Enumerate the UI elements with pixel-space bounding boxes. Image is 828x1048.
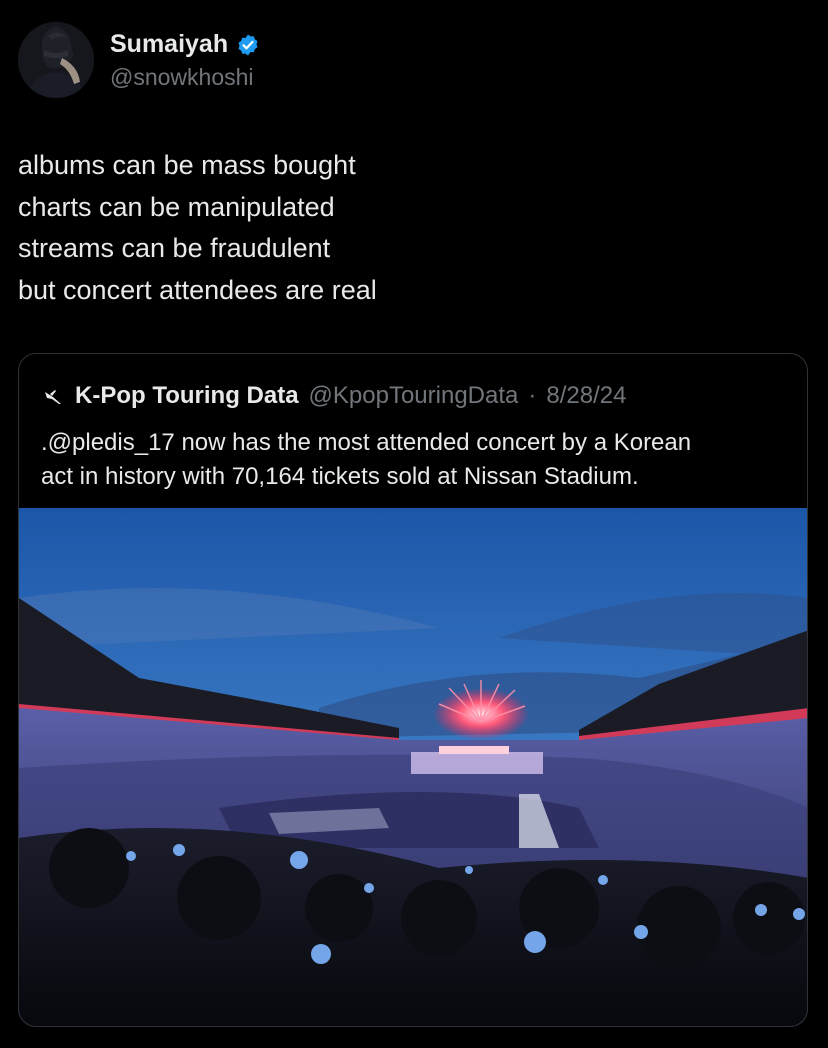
avatar[interactable] bbox=[18, 22, 94, 98]
quoted-tweet-text: .@pledis_17 now has the most attended co… bbox=[41, 426, 791, 494]
tweet-text: albums can be mass bought charts can be … bbox=[18, 145, 808, 311]
tweet-line: albums can be mass bought bbox=[18, 150, 356, 180]
airplane-icon bbox=[41, 384, 65, 408]
quoted-tweet-line: .@pledis_17 now has the most attended co… bbox=[41, 429, 692, 456]
tweet-line: but concert attendees are real bbox=[18, 274, 377, 305]
quoted-tweet-line: act in history with 70,164 tickets sold … bbox=[41, 463, 639, 490]
quoted-author-handle[interactable]: @KpopTouringData bbox=[309, 382, 519, 410]
stadium-concert-photo[interactable] bbox=[19, 508, 808, 1027]
avatar-image bbox=[18, 22, 94, 98]
quoted-author-name[interactable]: K-Pop Touring Data bbox=[75, 382, 299, 410]
author-name[interactable]: Sumaiyah bbox=[110, 30, 228, 59]
author-name-row: Sumaiyah bbox=[110, 30, 260, 59]
quoted-tweet-date[interactable]: 8/28/24 bbox=[546, 382, 626, 410]
verified-badge-icon bbox=[238, 34, 258, 55]
separator-dot: · bbox=[528, 382, 537, 409]
quoted-tweet-card[interactable]: K-Pop Touring Data @KpopTouringData · 8/… bbox=[18, 353, 808, 1027]
tweet-line: charts can be manipulated bbox=[18, 191, 335, 222]
quoted-tweet-header: K-Pop Touring Data @KpopTouringData · 8/… bbox=[41, 382, 626, 410]
tweet-line: streams can be fraudulent bbox=[18, 233, 331, 263]
author-handle[interactable]: @snowkhoshi bbox=[110, 64, 254, 91]
